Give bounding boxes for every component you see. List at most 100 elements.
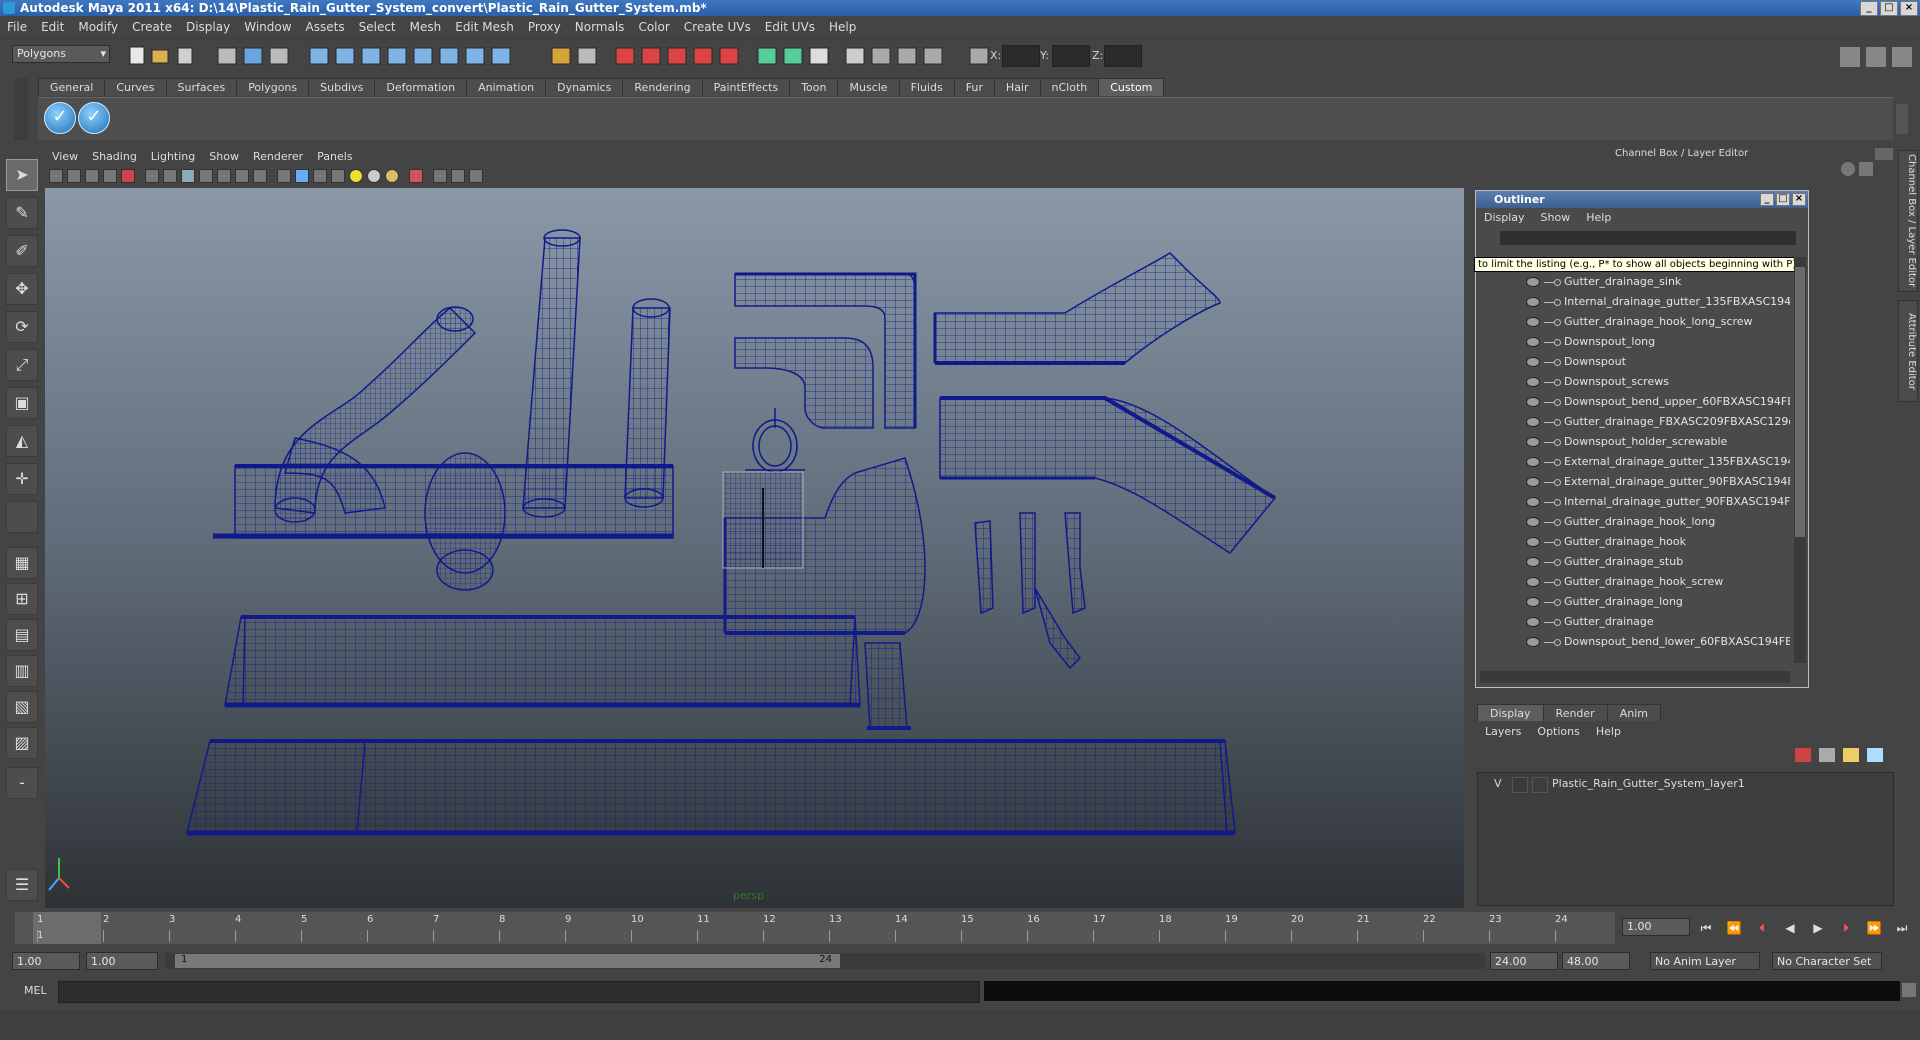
layout-graph-persp-icon[interactable]: ▥	[6, 655, 38, 687]
menu-window[interactable]: Window	[237, 18, 298, 36]
expand-node-icon[interactable]	[1554, 499, 1561, 506]
play-backward-icon[interactable]: ◀	[1782, 920, 1798, 936]
outliner-menu-show[interactable]: Show	[1533, 210, 1579, 226]
menu-normals[interactable]: Normals	[568, 18, 632, 36]
shelf-tab-hair[interactable]: Hair	[993, 78, 1041, 96]
channel-box-option-icon[interactable]	[1841, 162, 1855, 176]
shelf-tab-curves[interactable]: Curves	[104, 78, 167, 96]
y-field[interactable]	[1052, 45, 1090, 67]
expand-node-icon[interactable]	[1554, 379, 1561, 386]
soft-modification-icon[interactable]: ◭	[6, 425, 38, 457]
step-forward-key-icon[interactable]: ⏩	[1866, 920, 1882, 936]
expand-node-icon[interactable]	[1554, 359, 1561, 366]
shelf-checkmark-icon-2[interactable]: ✓	[78, 102, 110, 134]
layout-hypershade-icon[interactable]: ▧	[6, 691, 38, 723]
expand-node-icon[interactable]	[1554, 599, 1561, 606]
menu-edit-mesh[interactable]: Edit Mesh	[448, 18, 521, 36]
outliner-scroll-thumb[interactable]	[1795, 267, 1805, 537]
universal-manipulator-icon[interactable]: ▣	[6, 387, 38, 419]
texture-icon[interactable]	[253, 169, 267, 183]
layer-color-swatch[interactable]	[1532, 777, 1548, 793]
grease-pencil-icon[interactable]	[469, 169, 483, 183]
quick-layout-icon[interactable]: ☰	[6, 869, 38, 901]
smooth-shade-icon[interactable]	[163, 169, 177, 183]
layout-toggle-icon[interactable]: -	[6, 767, 38, 799]
safe-action-icon[interactable]	[451, 169, 465, 183]
camera-attributes-icon[interactable]	[67, 169, 81, 183]
viewport-menu-show[interactable]: Show	[202, 149, 246, 165]
expand-node-icon[interactable]	[1554, 459, 1561, 466]
current-time-field[interactable]: 1.00	[1622, 918, 1690, 936]
menu-edit-uvs[interactable]: Edit UVs	[758, 18, 822, 36]
shelf-tab-fluids[interactable]: Fluids	[898, 78, 955, 96]
step-back-frame-icon[interactable]: ⏴	[1754, 920, 1770, 936]
outliner-vertical-scrollbar[interactable]	[1794, 257, 1806, 663]
expand-node-icon[interactable]	[1554, 479, 1561, 486]
expand-node-icon[interactable]	[1554, 619, 1561, 626]
shelf-tab-rendering[interactable]: Rendering	[622, 78, 703, 96]
step-back-key-icon[interactable]: ⏪	[1726, 920, 1742, 936]
x-field[interactable]	[1002, 45, 1040, 67]
status-tool-icons[interactable]	[122, 45, 1022, 67]
shelf-tab-muscle[interactable]: Muscle	[837, 78, 900, 96]
outliner-maximize-button[interactable]: □	[1776, 193, 1790, 206]
maximize-button[interactable]: □	[1880, 1, 1898, 16]
expand-node-icon[interactable]	[1554, 439, 1561, 446]
layer-visibility-toggle[interactable]: V	[1494, 777, 1502, 790]
outliner-item[interactable]: Gutter_drainage_hook_long_screw	[1480, 313, 1790, 332]
outliner-menu-display[interactable]: Display	[1476, 210, 1533, 226]
outliner-item[interactable]: Gutter_drainage_hook_screw	[1480, 573, 1790, 592]
menu-select[interactable]: Select	[352, 18, 403, 36]
film-gate-icon[interactable]	[433, 169, 447, 183]
viewport-menu-lighting[interactable]: Lighting	[144, 149, 202, 165]
expand-node-icon[interactable]	[1554, 399, 1561, 406]
menu-create-uvs[interactable]: Create UVs	[677, 18, 758, 36]
minimize-button[interactable]: _	[1860, 1, 1878, 16]
menu-create[interactable]: Create	[125, 18, 179, 36]
layout-single-pane-icon[interactable]: ▦	[6, 547, 38, 579]
layout-outliner-persp-icon[interactable]: ▤	[6, 619, 38, 651]
outliner-item[interactable]: Gutter_drainage_long	[1480, 593, 1790, 612]
menu-color[interactable]: Color	[631, 18, 676, 36]
rotate-tool-icon[interactable]: ⟳	[6, 311, 38, 343]
perspective-viewport[interactable]: persp	[45, 188, 1464, 908]
bookmark-icon[interactable]	[85, 169, 99, 183]
toggle-tool-settings-icon[interactable]	[1892, 47, 1912, 67]
layer-tab-render[interactable]: Render	[1542, 704, 1608, 721]
viewport-menu-view[interactable]: View	[45, 149, 85, 165]
outliner-minimize-button[interactable]: _	[1760, 193, 1774, 206]
shelf-tab-polygons[interactable]: Polygons	[236, 78, 310, 96]
expand-node-icon[interactable]	[1554, 419, 1561, 426]
shadows-icon[interactable]	[235, 169, 249, 183]
xray-icon[interactable]	[295, 169, 309, 183]
menu-modify[interactable]: Modify	[71, 18, 125, 36]
outliner-item[interactable]: Downspout_bend_upper_60FBXASC194FBXA	[1480, 393, 1790, 412]
shelf-checkmark-icon-1[interactable]: ✓	[44, 102, 76, 134]
textured-icon[interactable]	[199, 169, 213, 183]
shelf-tab-painteffects[interactable]: PaintEffects	[701, 78, 791, 96]
outliner-item[interactable]: Gutter_drainage_hook_long	[1480, 513, 1790, 532]
isolate-select-icon[interactable]	[277, 169, 291, 183]
menu-set-dropdown[interactable]: Polygons ▾	[12, 45, 110, 63]
checker-icon[interactable]	[331, 169, 345, 183]
shelf-tab-subdivs[interactable]: Subdivs	[308, 78, 376, 96]
go-to-start-icon[interactable]: ⏮	[1698, 920, 1714, 936]
layer-options-icon[interactable]	[1867, 748, 1883, 762]
expand-node-icon[interactable]	[1554, 639, 1561, 646]
script-editor-icon[interactable]	[1902, 983, 1916, 997]
step-forward-frame-icon[interactable]: ⏵	[1838, 920, 1854, 936]
start-time-field[interactable]: 1.00	[12, 952, 80, 970]
channel-box-close-icon[interactable]	[1875, 148, 1893, 160]
outliner-title-bar[interactable]: Outliner _ □ ×	[1476, 191, 1808, 208]
default-light-icon[interactable]	[349, 169, 363, 183]
viewport-menu-renderer[interactable]: Renderer	[246, 149, 310, 165]
outliner-item[interactable]: Gutter_drainage	[1480, 613, 1790, 632]
shaded-wire-icon[interactable]	[181, 169, 195, 183]
playback-start-field[interactable]: 1.00	[86, 952, 158, 970]
expand-node-icon[interactable]	[1554, 579, 1561, 586]
all-lights-icon[interactable]	[367, 169, 381, 183]
layer-tab-anim[interactable]: Anim	[1606, 704, 1661, 721]
expand-node-icon[interactable]	[1554, 319, 1561, 326]
grid-toggle-icon[interactable]	[121, 169, 135, 183]
select-tool-icon[interactable]: ➤	[6, 159, 38, 191]
